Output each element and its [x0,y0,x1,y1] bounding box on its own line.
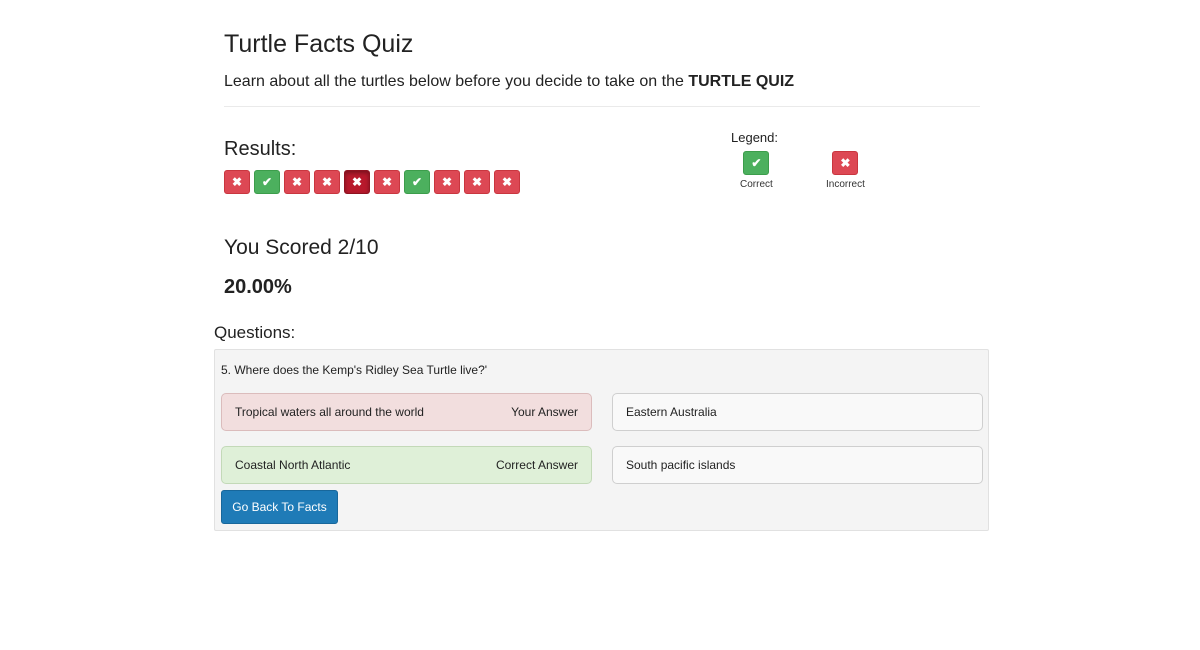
score-text: You Scored 2/10 [224,236,379,259]
page-title: Turtle Facts Quiz [224,30,414,58]
legend-correct-box: ✔ [743,151,770,175]
result-button-8[interactable]: ✖ [434,170,460,194]
results-heading: Results: [224,138,297,160]
question-text: 5. Where does the Kemp's Ridley Sea Turt… [221,363,488,377]
result-button-10[interactable]: ✖ [494,170,520,194]
x-icon: ✖ [351,175,363,189]
x-icon: ✖ [381,175,393,189]
question-panel: 5. Where does the Kemp's Ridley Sea Turt… [214,349,989,531]
legend-correct: ✔ Correct [740,151,773,190]
result-button-3[interactable]: ✖ [284,170,310,194]
legend-correct-label: Correct [740,179,773,190]
check-icon: ✔ [751,156,762,170]
intro-text-emphasis: TURTLE QUIZ [688,73,795,90]
answer-option-4[interactable]: South pacific islands [612,446,983,484]
x-icon: ✖ [321,175,333,189]
x-icon: ✖ [840,156,851,170]
answer-tag-your-answer: Your Answer [511,405,578,419]
check-icon: ✔ [261,175,273,189]
answer-tag-correct-answer: Correct Answer [495,458,578,472]
result-button-5[interactable]: ✖ [344,170,370,194]
answer-label: Tropical waters all around the world [235,405,424,419]
result-button-4[interactable]: ✖ [314,170,340,194]
legend-incorrect: ✖ Incorrect [826,151,865,190]
result-button-2[interactable]: ✔ [254,170,280,194]
answer-label: Eastern Australia [626,405,717,419]
result-button-9[interactable]: ✖ [464,170,490,194]
answer-option-1[interactable]: Tropical waters all around the world You… [221,393,592,431]
check-icon: ✔ [411,175,423,189]
intro-text: Learn about all the turtles below before… [224,73,794,91]
x-icon: ✖ [441,175,453,189]
result-button-7[interactable]: ✔ [404,170,430,194]
result-button-6[interactable]: ✖ [374,170,400,194]
legend-incorrect-label: Incorrect [826,179,865,190]
answer-label: Coastal North Atlantic [235,458,351,472]
answer-label: South pacific islands [626,458,736,472]
intro-text-main: Learn about all the turtles below before… [224,73,689,90]
x-icon: ✖ [501,175,513,189]
x-icon: ✖ [471,175,483,189]
x-icon: ✖ [231,175,243,189]
results-row: ✖ ✔ ✖ ✖ ✖ ✖ ✔ ✖ ✖ ✖ [224,170,520,194]
questions-heading: Questions: [214,323,296,342]
legend-incorrect-box: ✖ [832,151,859,175]
score-percent: 20.00% [224,276,292,298]
header-divider [224,106,980,107]
x-icon: ✖ [291,175,303,189]
answer-option-2[interactable]: Eastern Australia [612,393,983,431]
answer-option-3[interactable]: Coastal North Atlantic Correct Answer [221,446,592,484]
go-back-to-facts-button[interactable]: Go Back To Facts [221,490,338,524]
legend-title: Legend: [731,130,778,145]
result-button-1[interactable]: ✖ [224,170,250,194]
